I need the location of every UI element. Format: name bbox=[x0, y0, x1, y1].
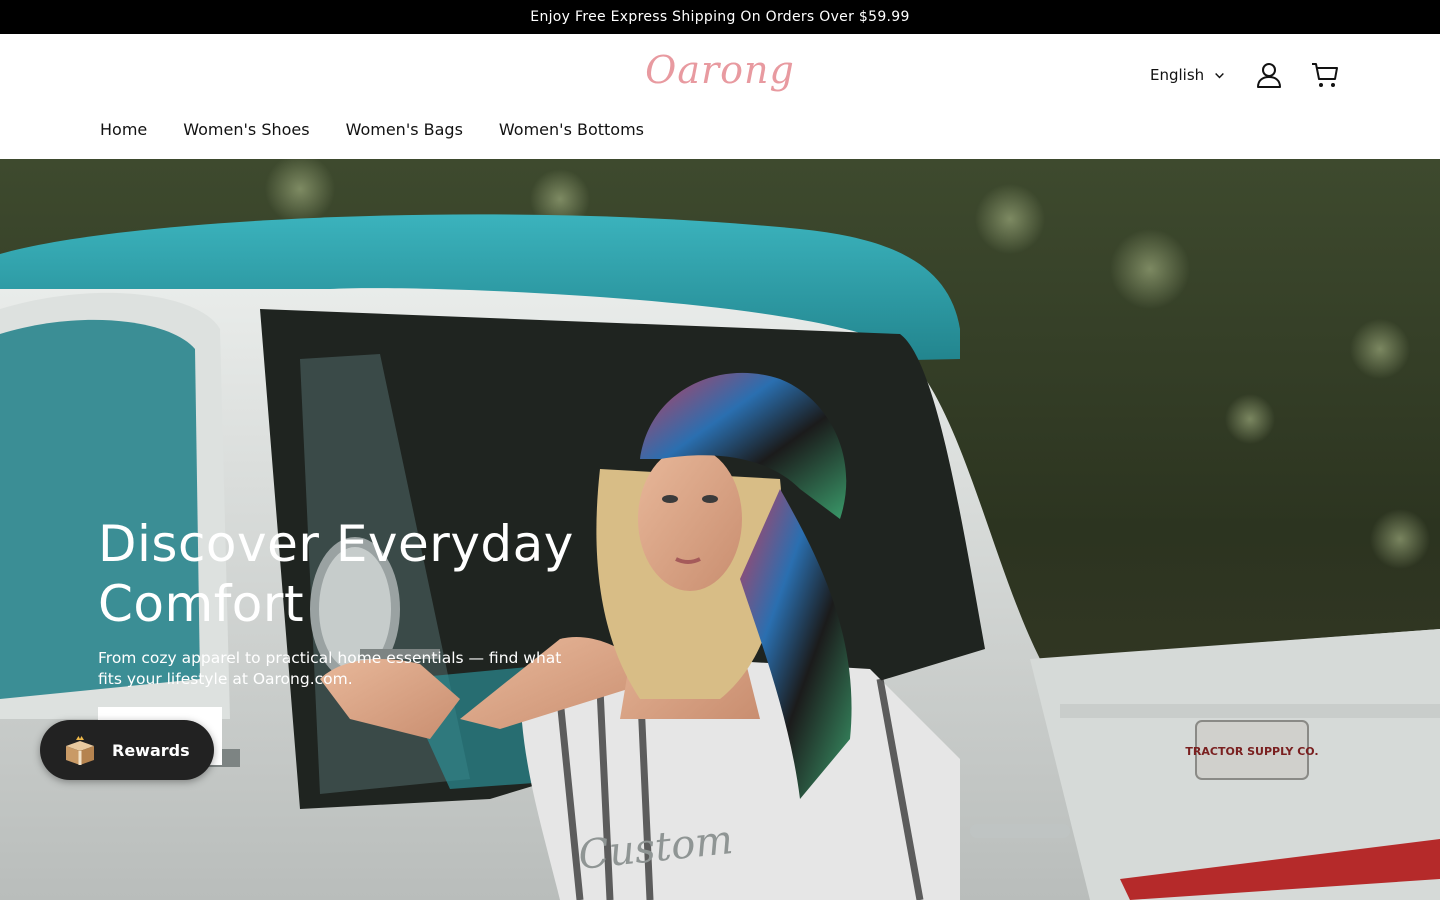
hero-subtitle: From cozy apparel to practical home esse… bbox=[98, 649, 562, 688]
language-selector[interactable]: English bbox=[1150, 64, 1225, 86]
nav-item-womens-shoes[interactable]: Women's Shoes bbox=[183, 120, 309, 139]
site-header: Oarong English Home Women's Shoes Women'… bbox=[0, 34, 1440, 159]
cart-icon[interactable] bbox=[1310, 60, 1340, 90]
nav-item-home[interactable]: Home bbox=[100, 120, 147, 139]
announcement-text: Enjoy Free Express Shipping On Orders Ov… bbox=[530, 9, 910, 25]
main-nav: Home Women's Shoes Women's Bags Women's … bbox=[100, 120, 644, 139]
rewards-launcher[interactable]: Rewards bbox=[40, 720, 214, 780]
hero-banner: TRACTOR SUPPLY CO. Custom Discover Every… bbox=[0, 159, 1440, 900]
language-label: English bbox=[1150, 66, 1205, 84]
logo-text: Oarong bbox=[645, 48, 795, 92]
chevron-down-icon bbox=[1215, 72, 1225, 79]
hero-title: Discover Everyday Comfort bbox=[98, 515, 574, 633]
nav-item-womens-bags[interactable]: Women's Bags bbox=[346, 120, 463, 139]
truck-badge-text: TRACTOR SUPPLY CO. bbox=[1185, 745, 1318, 758]
truck-badge: TRACTOR SUPPLY CO. bbox=[1185, 720, 1319, 780]
announcement-bar: Enjoy Free Express Shipping On Orders Ov… bbox=[0, 0, 1440, 34]
gift-box-icon bbox=[66, 736, 94, 765]
hero-content: Discover Everyday Comfort From cozy appa… bbox=[98, 514, 598, 765]
account-icon[interactable] bbox=[1254, 60, 1284, 90]
nav-item-womens-bottoms[interactable]: Women's Bottoms bbox=[499, 120, 644, 139]
rewards-label: Rewards bbox=[112, 740, 190, 760]
